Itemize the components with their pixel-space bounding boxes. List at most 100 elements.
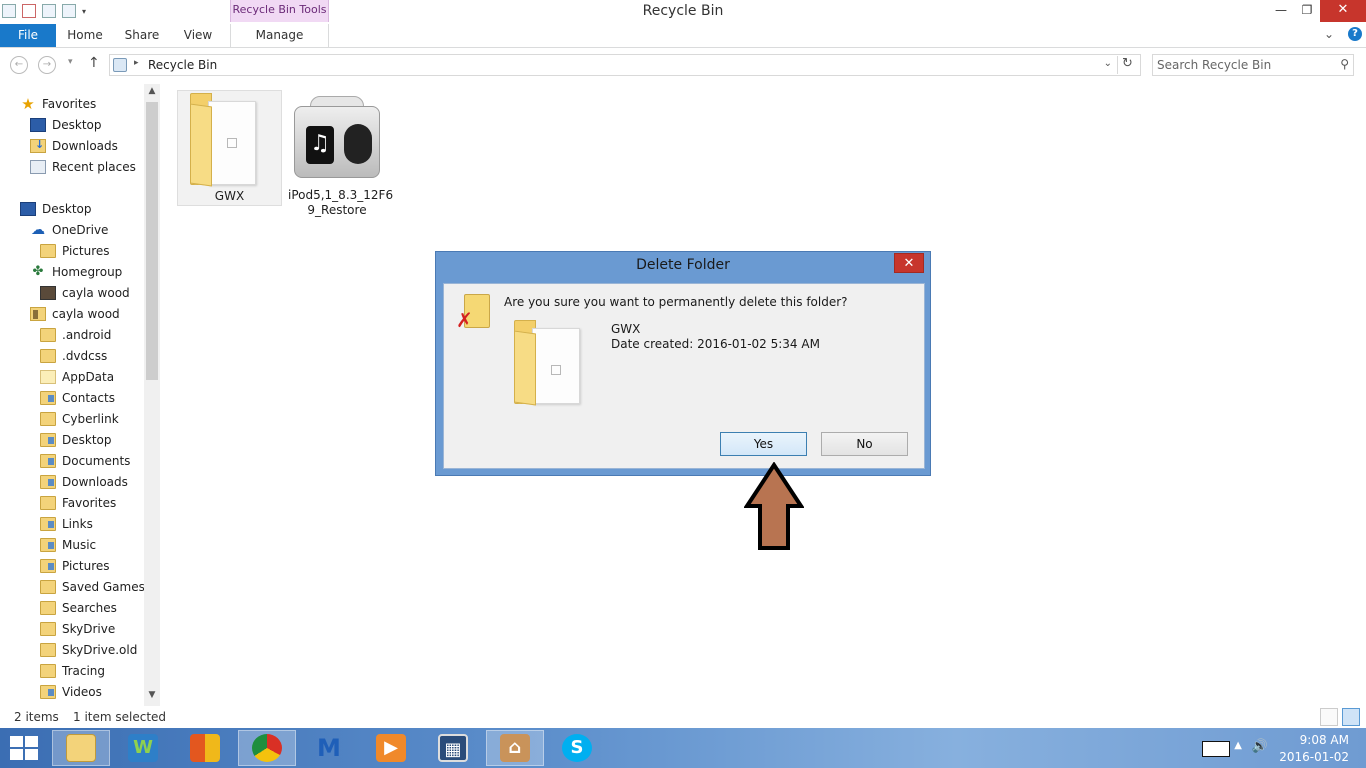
ribbon: File Home Share View Manage ⌄ ? bbox=[0, 24, 1366, 48]
nav-folder-android[interactable]: .android bbox=[40, 324, 111, 345]
nav-pane-scrollbar[interactable]: ▲ ▼ bbox=[144, 84, 160, 706]
nav-folder-contacts[interactable]: Contacts bbox=[40, 387, 115, 408]
nav-folder-documents[interactable]: Documents bbox=[40, 450, 130, 471]
address-bar[interactable]: ▸ Recycle Bin ⌄ ↻ bbox=[109, 54, 1141, 76]
folder-icon bbox=[40, 390, 56, 405]
museum-app-icon[interactable]: ⌂ bbox=[486, 730, 544, 766]
nav-homegroup-user[interactable]: cayla wood bbox=[40, 282, 130, 303]
onedrive-icon: ☁ bbox=[31, 221, 45, 238]
nav-onedrive-pictures[interactable]: Pictures bbox=[40, 240, 110, 261]
office-icon[interactable] bbox=[176, 730, 234, 766]
close-button[interactable]: ✕ bbox=[1320, 0, 1366, 22]
up-button[interactable]: ↑ bbox=[88, 55, 100, 71]
wps-writer-icon[interactable]: W bbox=[114, 730, 172, 766]
dialog-item-name: GWX bbox=[611, 322, 641, 336]
breadcrumb-chevron-icon[interactable]: ▸ bbox=[134, 58, 139, 68]
nav-folder-cyberlink[interactable]: Cyberlink bbox=[40, 408, 119, 429]
nav-folder-links[interactable]: Links bbox=[40, 513, 93, 534]
folder-icon bbox=[40, 411, 56, 426]
status-bar: 2 items 1 item selected bbox=[0, 706, 1366, 728]
nav-folder-tracing[interactable]: Tracing bbox=[40, 660, 105, 681]
nav-folder-favorites[interactable]: Favorites bbox=[40, 492, 116, 513]
nav-folder-dvdcss[interactable]: .dvdcss bbox=[40, 345, 107, 366]
dialog-close-button[interactable]: ✕ bbox=[894, 253, 924, 273]
file-item-ipod-restore[interactable]: ♫ iPod5,1_8.3_12F6 9_Restore bbox=[288, 90, 393, 218]
tab-manage[interactable]: Manage bbox=[230, 24, 329, 47]
folder-icon bbox=[40, 327, 56, 342]
scroll-thumb[interactable] bbox=[146, 102, 158, 380]
show-hidden-icons-icon[interactable]: ▲ bbox=[1234, 740, 1242, 751]
expand-ribbon-icon[interactable]: ⌄ bbox=[1324, 27, 1334, 41]
customize-toolbar-icon[interactable]: ▾ bbox=[82, 7, 86, 16]
no-button[interactable]: No bbox=[821, 432, 908, 456]
nav-favorites[interactable]: ★ Favorites bbox=[20, 93, 96, 114]
tab-file[interactable]: File bbox=[0, 24, 56, 47]
chrome-icon[interactable] bbox=[238, 730, 296, 766]
recent-locations-button[interactable]: ▾ bbox=[68, 57, 73, 67]
ipod-restore-icon: ♫ bbox=[294, 96, 380, 184]
item-count: 2 items bbox=[14, 710, 59, 724]
folder-icon bbox=[40, 432, 56, 447]
recycle-bin-small-icon[interactable] bbox=[2, 4, 16, 18]
minimize-button[interactable]: — bbox=[1268, 0, 1294, 22]
back-button[interactable]: ← bbox=[10, 56, 28, 74]
window-title: Recycle Bin bbox=[642, 3, 724, 19]
file-explorer-icon[interactable] bbox=[52, 730, 110, 766]
nav-folder-downloads[interactable]: Downloads bbox=[40, 471, 128, 492]
nav-folder-appdata[interactable]: AppData bbox=[40, 366, 114, 387]
volume-icon[interactable]: 🔊 bbox=[1252, 739, 1268, 754]
folder-icon bbox=[40, 537, 56, 552]
system-tray: ▲ 🔊 9:08 AM 2016-01-02 bbox=[1166, 728, 1366, 768]
nav-favorites-downloads[interactable]: Downloads bbox=[30, 135, 118, 156]
refresh-button[interactable]: ↻ bbox=[1117, 56, 1137, 74]
new-folder-icon[interactable] bbox=[42, 4, 56, 18]
nav-homegroup[interactable]: ✤ Homegroup bbox=[30, 261, 123, 282]
file-item-gwx[interactable]: GWX bbox=[177, 90, 282, 206]
nav-folder-saved-games[interactable]: Saved Games bbox=[40, 576, 145, 597]
tab-home[interactable]: Home bbox=[62, 24, 108, 47]
skype-icon[interactable]: S bbox=[548, 730, 606, 766]
folder-icon bbox=[40, 453, 56, 468]
recycle-bin-icon bbox=[113, 58, 127, 72]
nav-folder-searches[interactable]: Searches bbox=[40, 597, 117, 618]
file-name-line-2: 9_Restore bbox=[307, 203, 367, 217]
folder-icon bbox=[40, 369, 56, 384]
search-icon[interactable]: ⚲ bbox=[1340, 57, 1349, 71]
nav-recent-places[interactable]: Recent places bbox=[30, 156, 136, 177]
restore-button[interactable]: ❐ bbox=[1294, 0, 1320, 22]
clock-date[interactable]: 2016-01-02 bbox=[1279, 750, 1349, 764]
nav-user-folder[interactable]: cayla wood bbox=[30, 303, 120, 324]
address-dropdown-icon[interactable]: ⌄ bbox=[1104, 58, 1112, 69]
yes-button[interactable]: Yes bbox=[720, 432, 807, 456]
touch-keyboard-icon[interactable] bbox=[1202, 741, 1230, 757]
clock-time[interactable]: 9:08 AM bbox=[1300, 733, 1349, 747]
search-box[interactable]: ⚲ bbox=[1152, 54, 1354, 76]
nav-desktop[interactable]: Desktop bbox=[20, 198, 92, 219]
folder-icon bbox=[40, 663, 56, 678]
scroll-down-arrow-icon[interactable]: ▼ bbox=[144, 690, 160, 704]
nav-folder-videos[interactable]: Videos bbox=[40, 681, 102, 702]
nav-folder-desktop[interactable]: Desktop bbox=[40, 429, 112, 450]
nav-onedrive[interactable]: ☁ OneDrive bbox=[30, 219, 108, 240]
rename-icon[interactable] bbox=[62, 4, 76, 18]
breadcrumb-recycle-bin[interactable]: Recycle Bin bbox=[148, 58, 217, 72]
movie-maker-icon[interactable]: ▦ bbox=[424, 730, 482, 766]
properties-icon[interactable] bbox=[22, 4, 36, 18]
nav-folder-music[interactable]: Music bbox=[40, 534, 96, 555]
start-button[interactable] bbox=[10, 736, 38, 760]
nav-folder-skydrive-old[interactable]: SkyDrive.old bbox=[40, 639, 137, 660]
nav-folder-skydrive[interactable]: SkyDrive bbox=[40, 618, 115, 639]
forward-button[interactable]: → bbox=[38, 56, 56, 74]
large-icons-view-icon[interactable] bbox=[1342, 708, 1360, 726]
folder-icon bbox=[40, 579, 56, 594]
details-view-icon[interactable] bbox=[1320, 708, 1338, 726]
nav-favorites-desktop[interactable]: Desktop bbox=[30, 114, 102, 135]
tab-share[interactable]: Share bbox=[120, 24, 164, 47]
search-input[interactable] bbox=[1157, 57, 1327, 73]
nav-folder-pictures[interactable]: Pictures bbox=[40, 555, 110, 576]
help-icon[interactable]: ? bbox=[1348, 27, 1362, 41]
tab-view[interactable]: View bbox=[178, 24, 218, 47]
video-player-icon[interactable]: ▶ bbox=[362, 730, 420, 766]
scroll-up-arrow-icon[interactable]: ▲ bbox=[144, 86, 160, 100]
malwarebytes-icon[interactable]: M bbox=[300, 730, 358, 766]
